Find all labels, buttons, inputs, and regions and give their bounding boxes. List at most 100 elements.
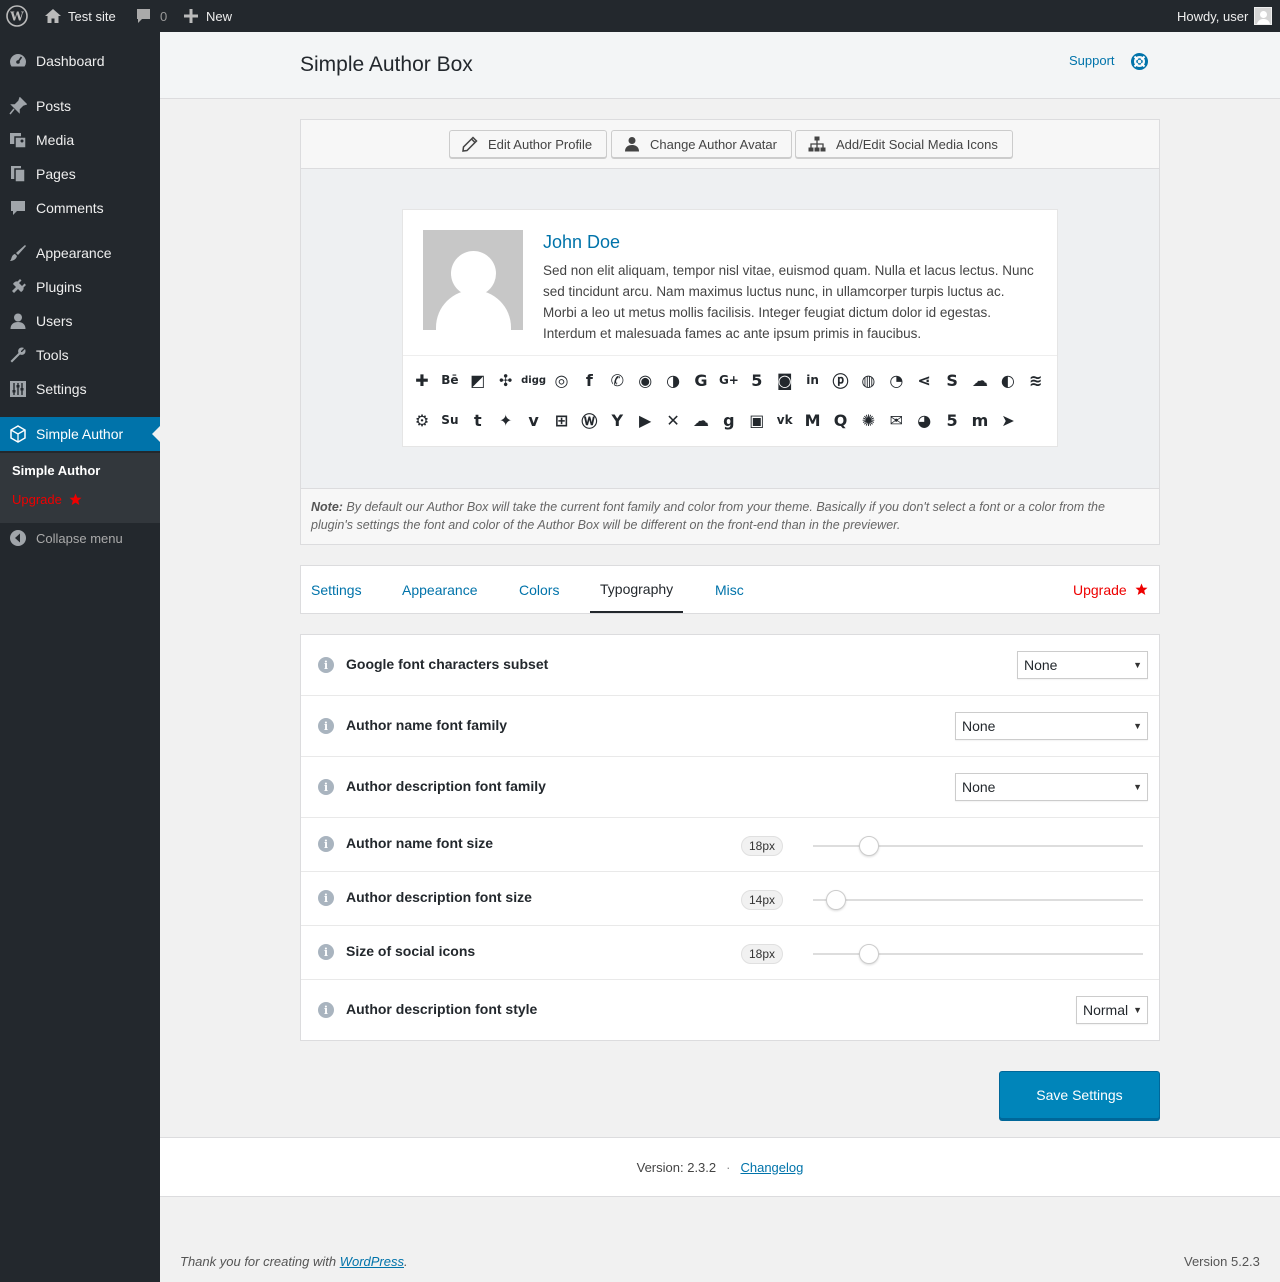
wordpress-logo-icon[interactable]: W [6,0,28,32]
tab-upgrade[interactable]: Upgrade [1073,566,1148,613]
sidebar-item-posts[interactable]: Posts [0,89,160,123]
yahoo-icon[interactable]: Y [607,410,627,430]
desc-font-size-slider-thumb[interactable] [826,890,847,910]
site-name-link[interactable]: Test site [44,0,116,32]
desc-font-style-select[interactable]: Normal ▼ [1076,996,1148,1024]
whatsapp-icon[interactable]: ✆ [607,370,627,390]
tumblr-icon[interactable]: t [468,410,488,430]
sharethis-icon[interactable]: ⋖ [914,370,934,390]
youtube-icon[interactable]: ▶ [635,410,655,430]
name-font-family-select[interactable]: None ▼ [955,712,1148,740]
info-icon[interactable]: i [318,1002,334,1018]
name-font-size-slider-thumb[interactable] [859,836,880,856]
tab-colors[interactable]: Colors [519,566,559,613]
reddit-icon[interactable]: ◍ [858,370,878,390]
linkedin-icon[interactable]: in [803,370,823,390]
googleplus-icon[interactable]: G+ [719,370,739,390]
changelog-link[interactable]: Changelog [740,1160,803,1175]
medium-icon[interactable]: M [803,410,823,430]
sidebar-item-simple-author[interactable]: Simple Author [0,417,160,451]
soundcloud-icon[interactable]: ☁ [970,370,990,390]
delicious-icon[interactable]: ◩ [468,370,488,390]
email-icon[interactable]: ✉ [886,410,906,430]
setting-row-social-icon-size: i Size of social icons 18px [301,926,1159,980]
xing-icon[interactable]: ✕ [663,410,683,430]
submenu-item-upgrade[interactable]: Upgrade [12,492,82,507]
new-content-link[interactable]: New [184,0,232,32]
save-settings-button[interactable]: Save Settings [999,1071,1160,1119]
lifebuoy-icon[interactable] [1131,53,1148,70]
sidebar-item-pages[interactable]: Pages [0,157,160,191]
sidebar-item-settings[interactable]: Settings [0,372,160,406]
change-author-avatar-button[interactable]: Change Author Avatar [611,130,792,158]
windows-icon[interactable]: ⊞ [552,410,572,430]
stackoverflow-icon[interactable]: ≋ [1026,370,1046,390]
info-icon[interactable]: i [318,779,334,795]
telegram-icon[interactable]: ➤ [998,410,1018,430]
github-icon[interactable]: ◑ [663,370,683,390]
desc-font-size-slider-track[interactable] [813,899,1143,901]
google-icon[interactable]: G [691,370,711,390]
behance-icon[interactable]: Bē [440,370,460,390]
sidebar-item-media[interactable]: Media [0,123,160,157]
info-icon[interactable]: i [318,718,334,734]
twitter-icon[interactable]: ✦ [496,410,516,430]
edit-author-profile-button[interactable]: Edit Author Profile [449,130,607,158]
mastodon-icon[interactable]: m [970,410,990,430]
snapchat-icon[interactable]: ◕ [914,410,934,430]
dribbble-icon[interactable]: ◎ [552,370,572,390]
tab-appearance[interactable]: Appearance [402,566,478,613]
info-icon[interactable]: i [318,944,334,960]
comments-link[interactable]: 0 [135,0,167,32]
support-link[interactable]: Support [1069,53,1115,68]
sidebar-item-plugins[interactable]: Plugins [0,270,160,304]
social-icon-size-slider-thumb[interactable] [859,944,880,964]
tab-settings[interactable]: Settings [311,566,362,613]
select-value: None [962,779,996,795]
html5-icon[interactable]: 5 [747,370,767,390]
flickr-icon[interactable]: ◉ [635,370,655,390]
sidebar-item-label: Plugins [36,279,82,295]
wordpress-icon[interactable]: Ⓦ [579,410,599,431]
tab-misc[interactable]: Misc [715,566,744,613]
twitch-icon[interactable]: ▣ [747,410,767,430]
instagram-icon[interactable]: ◙ [775,370,795,390]
sidebar-item-label: Dashboard [36,53,105,69]
meetup-icon[interactable]: ✺ [858,410,878,430]
quora-icon[interactable]: Q [831,410,851,430]
wordpress-link[interactable]: WordPress [340,1254,404,1269]
sidebar-item-users[interactable]: Users [0,304,160,338]
digg-icon[interactable]: digg [521,370,546,390]
vk-icon[interactable]: vk [775,410,795,430]
goodreads-icon[interactable]: g [719,410,739,430]
add-edit-social-icons-button[interactable]: Add/Edit Social Media Icons [795,130,1013,158]
mixcloud-icon[interactable]: ☁ [691,410,711,430]
author-avatar [423,230,523,330]
facebook-icon[interactable]: f [579,370,599,390]
tab-typography[interactable]: Typography [590,566,684,613]
sidebar-item-comments[interactable]: Comments [0,191,160,225]
steam-icon[interactable]: ⚙ [412,410,432,430]
info-icon[interactable]: i [318,890,334,906]
sidebar-item-tools[interactable]: Tools [0,338,160,372]
spotify-icon[interactable]: ◐ [998,370,1018,390]
addthis-icon[interactable]: ✚ [412,370,432,390]
stumbleupon-icon[interactable]: Su [440,410,460,430]
collapse-menu-button[interactable]: Collapse menu [0,521,160,555]
pinterest-icon[interactable]: ⓟ [831,370,851,391]
collapse-arrow-icon [10,530,26,546]
sidebar-item-appearance[interactable]: Appearance [0,236,160,270]
author-name[interactable]: John Doe [543,232,620,253]
deviantart-icon[interactable]: ✣ [496,370,516,390]
submenu-item-simple-author[interactable]: Simple Author [12,463,100,478]
font-subset-select[interactable]: None ▼ [1017,651,1148,679]
info-icon[interactable]: i [318,657,334,673]
rss-icon[interactable]: ◔ [886,370,906,390]
info-icon[interactable]: i [318,836,334,852]
desc-font-family-select[interactable]: None ▼ [955,773,1148,801]
500px-icon[interactable]: 5 [942,410,962,430]
vimeo-icon[interactable]: v [524,410,544,430]
skype-icon[interactable]: S [942,370,962,390]
sidebar-item-dashboard[interactable]: Dashboard [0,44,160,78]
my-account-link[interactable]: Howdy, user [1177,0,1273,32]
